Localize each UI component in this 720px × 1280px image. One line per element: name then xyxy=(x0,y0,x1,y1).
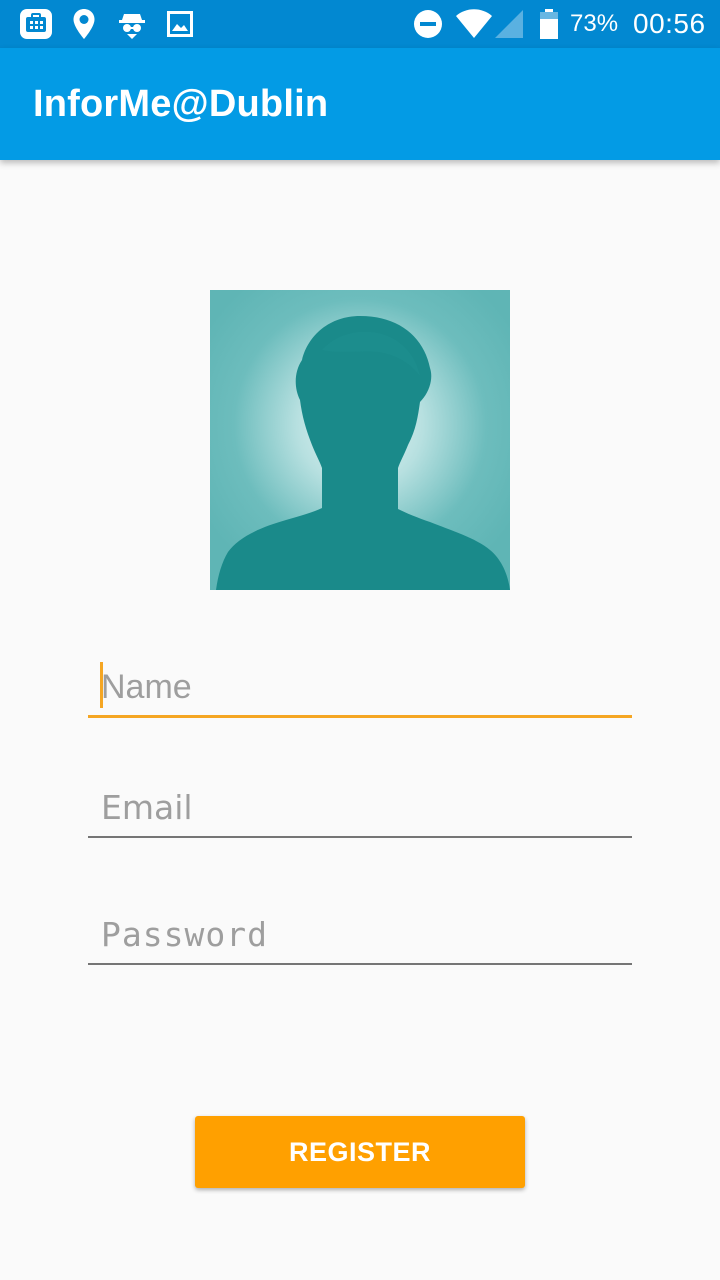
incognito-icon xyxy=(118,8,146,40)
text-cursor xyxy=(100,662,103,708)
location-pin-icon xyxy=(72,8,96,40)
do-not-disturb-icon xyxy=(413,8,443,40)
register-button[interactable]: REGISTER xyxy=(195,1116,525,1188)
password-field[interactable] xyxy=(88,905,632,963)
status-bar-clock: 00:56 xyxy=(633,8,706,39)
password-field-underline xyxy=(88,963,632,965)
email-field-container[interactable] xyxy=(88,778,632,838)
password-field-container[interactable] xyxy=(88,905,632,965)
image-icon xyxy=(167,8,193,40)
wifi-icon xyxy=(455,8,493,40)
app-bar: InforMe@Dublin xyxy=(0,48,720,160)
battery-percentage: 73% xyxy=(570,10,619,37)
email-field-underline xyxy=(88,836,632,838)
app-notification-icon xyxy=(18,8,54,40)
name-field-underline xyxy=(88,715,632,718)
status-bar: 73% 00:56 xyxy=(0,0,720,48)
register-screen: 73% 00:56 InforMe@Dublin Name Email REGI… xyxy=(0,0,720,1280)
profile-avatar[interactable] xyxy=(210,290,510,590)
email-field[interactable] xyxy=(88,778,632,836)
name-input[interactable] xyxy=(88,658,632,716)
name-field[interactable] xyxy=(88,658,632,718)
cellular-signal-icon xyxy=(494,8,524,40)
battery-icon xyxy=(538,8,560,40)
profile-silhouette-icon xyxy=(210,290,510,590)
app-title: InforMe@Dublin xyxy=(33,83,329,125)
